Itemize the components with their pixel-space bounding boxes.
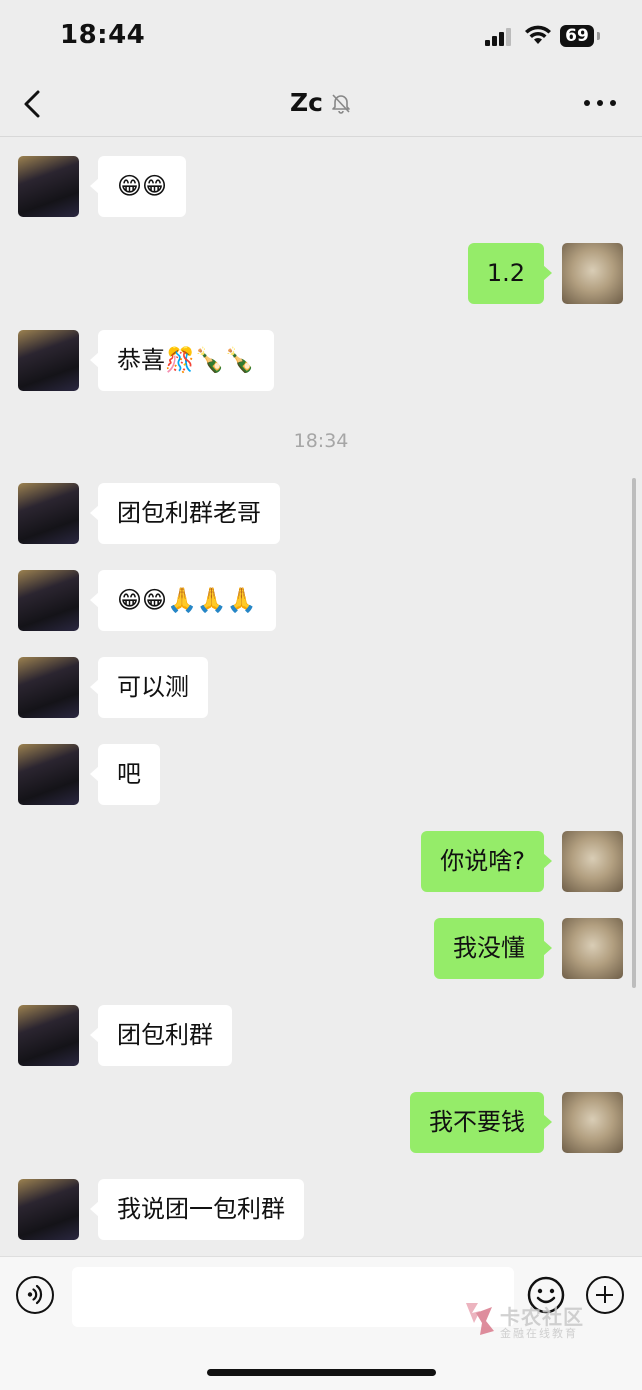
home-indicator bbox=[207, 1369, 436, 1376]
message-bubble[interactable]: 1.2 bbox=[467, 243, 553, 304]
battery-tip bbox=[597, 32, 600, 40]
message-row: 我说团一包利群 bbox=[0, 1179, 642, 1240]
message-bubble[interactable]: 我没懂 bbox=[434, 918, 552, 979]
chat-title: Zc bbox=[289, 88, 323, 117]
watermark-subtitle: 金融在线教育 bbox=[500, 1327, 578, 1340]
message-row: 恭喜🎊🍾🍾 bbox=[0, 330, 642, 391]
contact-avatar[interactable] bbox=[18, 330, 79, 391]
contact-avatar[interactable] bbox=[18, 156, 79, 217]
wifi-icon bbox=[525, 25, 551, 44]
message-timestamp: 18:34 bbox=[293, 430, 349, 452]
message-row: 😁😁 bbox=[0, 156, 642, 217]
message-row: 可以测 bbox=[0, 657, 642, 718]
contact-avatar[interactable] bbox=[18, 1179, 79, 1240]
message-bubble[interactable]: 我不要钱 bbox=[410, 1092, 552, 1153]
contact-avatar[interactable] bbox=[18, 570, 79, 631]
contact-avatar[interactable] bbox=[18, 744, 79, 805]
voice-input-button[interactable] bbox=[16, 1276, 54, 1314]
message-bubble[interactable]: 😁😁 bbox=[89, 156, 187, 217]
contact-avatar[interactable] bbox=[18, 657, 79, 718]
message-row: 吧 bbox=[0, 744, 642, 805]
scrollbar[interactable] bbox=[632, 478, 636, 988]
message-row: 我没懂 bbox=[0, 918, 642, 979]
message-bubble[interactable]: 团包利群 bbox=[90, 1005, 232, 1066]
message-bubble[interactable]: 😁😁🙏🙏🙏 bbox=[90, 570, 276, 631]
message-input[interactable] bbox=[72, 1267, 514, 1327]
message-row: 团包利群老哥 bbox=[0, 483, 642, 544]
message-bubble[interactable]: 恭喜🎊🍾🍾 bbox=[90, 330, 274, 391]
self-avatar[interactable] bbox=[562, 1092, 623, 1153]
status-time: 18:44 bbox=[60, 20, 146, 50]
message-row: 你说啥? bbox=[0, 831, 642, 892]
message-bubble[interactable]: 团包利群老哥 bbox=[90, 483, 280, 544]
self-avatar[interactable] bbox=[562, 831, 623, 892]
message-row: 我不要钱 bbox=[0, 1092, 642, 1153]
watermark-logo-icon bbox=[466, 1303, 494, 1335]
message-bubble[interactable]: 我说团一包利群 bbox=[90, 1179, 304, 1240]
watermark: 卡农社区 金融在线教育 bbox=[462, 1299, 592, 1340]
message-row: 😁😁🙏🙏🙏 bbox=[0, 570, 642, 631]
cellular-signal-icon bbox=[485, 28, 515, 46]
message-row: 团包利群 bbox=[0, 1005, 642, 1066]
contact-avatar[interactable] bbox=[18, 1005, 79, 1066]
message-bubble[interactable]: 你说啥? bbox=[421, 831, 552, 892]
message-row: 1.2 bbox=[0, 243, 642, 304]
more-options-icon[interactable] bbox=[584, 100, 616, 108]
message-bubble[interactable]: 吧 bbox=[90, 744, 160, 805]
muted-bell-icon bbox=[332, 93, 350, 114]
message-bubble[interactable]: 可以测 bbox=[90, 657, 208, 718]
chat-title-wrap: Zc bbox=[0, 88, 642, 117]
self-avatar[interactable] bbox=[562, 243, 623, 304]
self-avatar[interactable] bbox=[562, 918, 623, 979]
contact-avatar[interactable] bbox=[18, 483, 79, 544]
voice-icon bbox=[27, 1284, 43, 1305]
status-bar: 18:44 69 bbox=[0, 0, 642, 72]
chat-header: Zc bbox=[0, 72, 642, 137]
battery-level: 69 bbox=[560, 25, 594, 47]
input-bar: 卡农社区 金融在线教育 bbox=[0, 1256, 642, 1390]
